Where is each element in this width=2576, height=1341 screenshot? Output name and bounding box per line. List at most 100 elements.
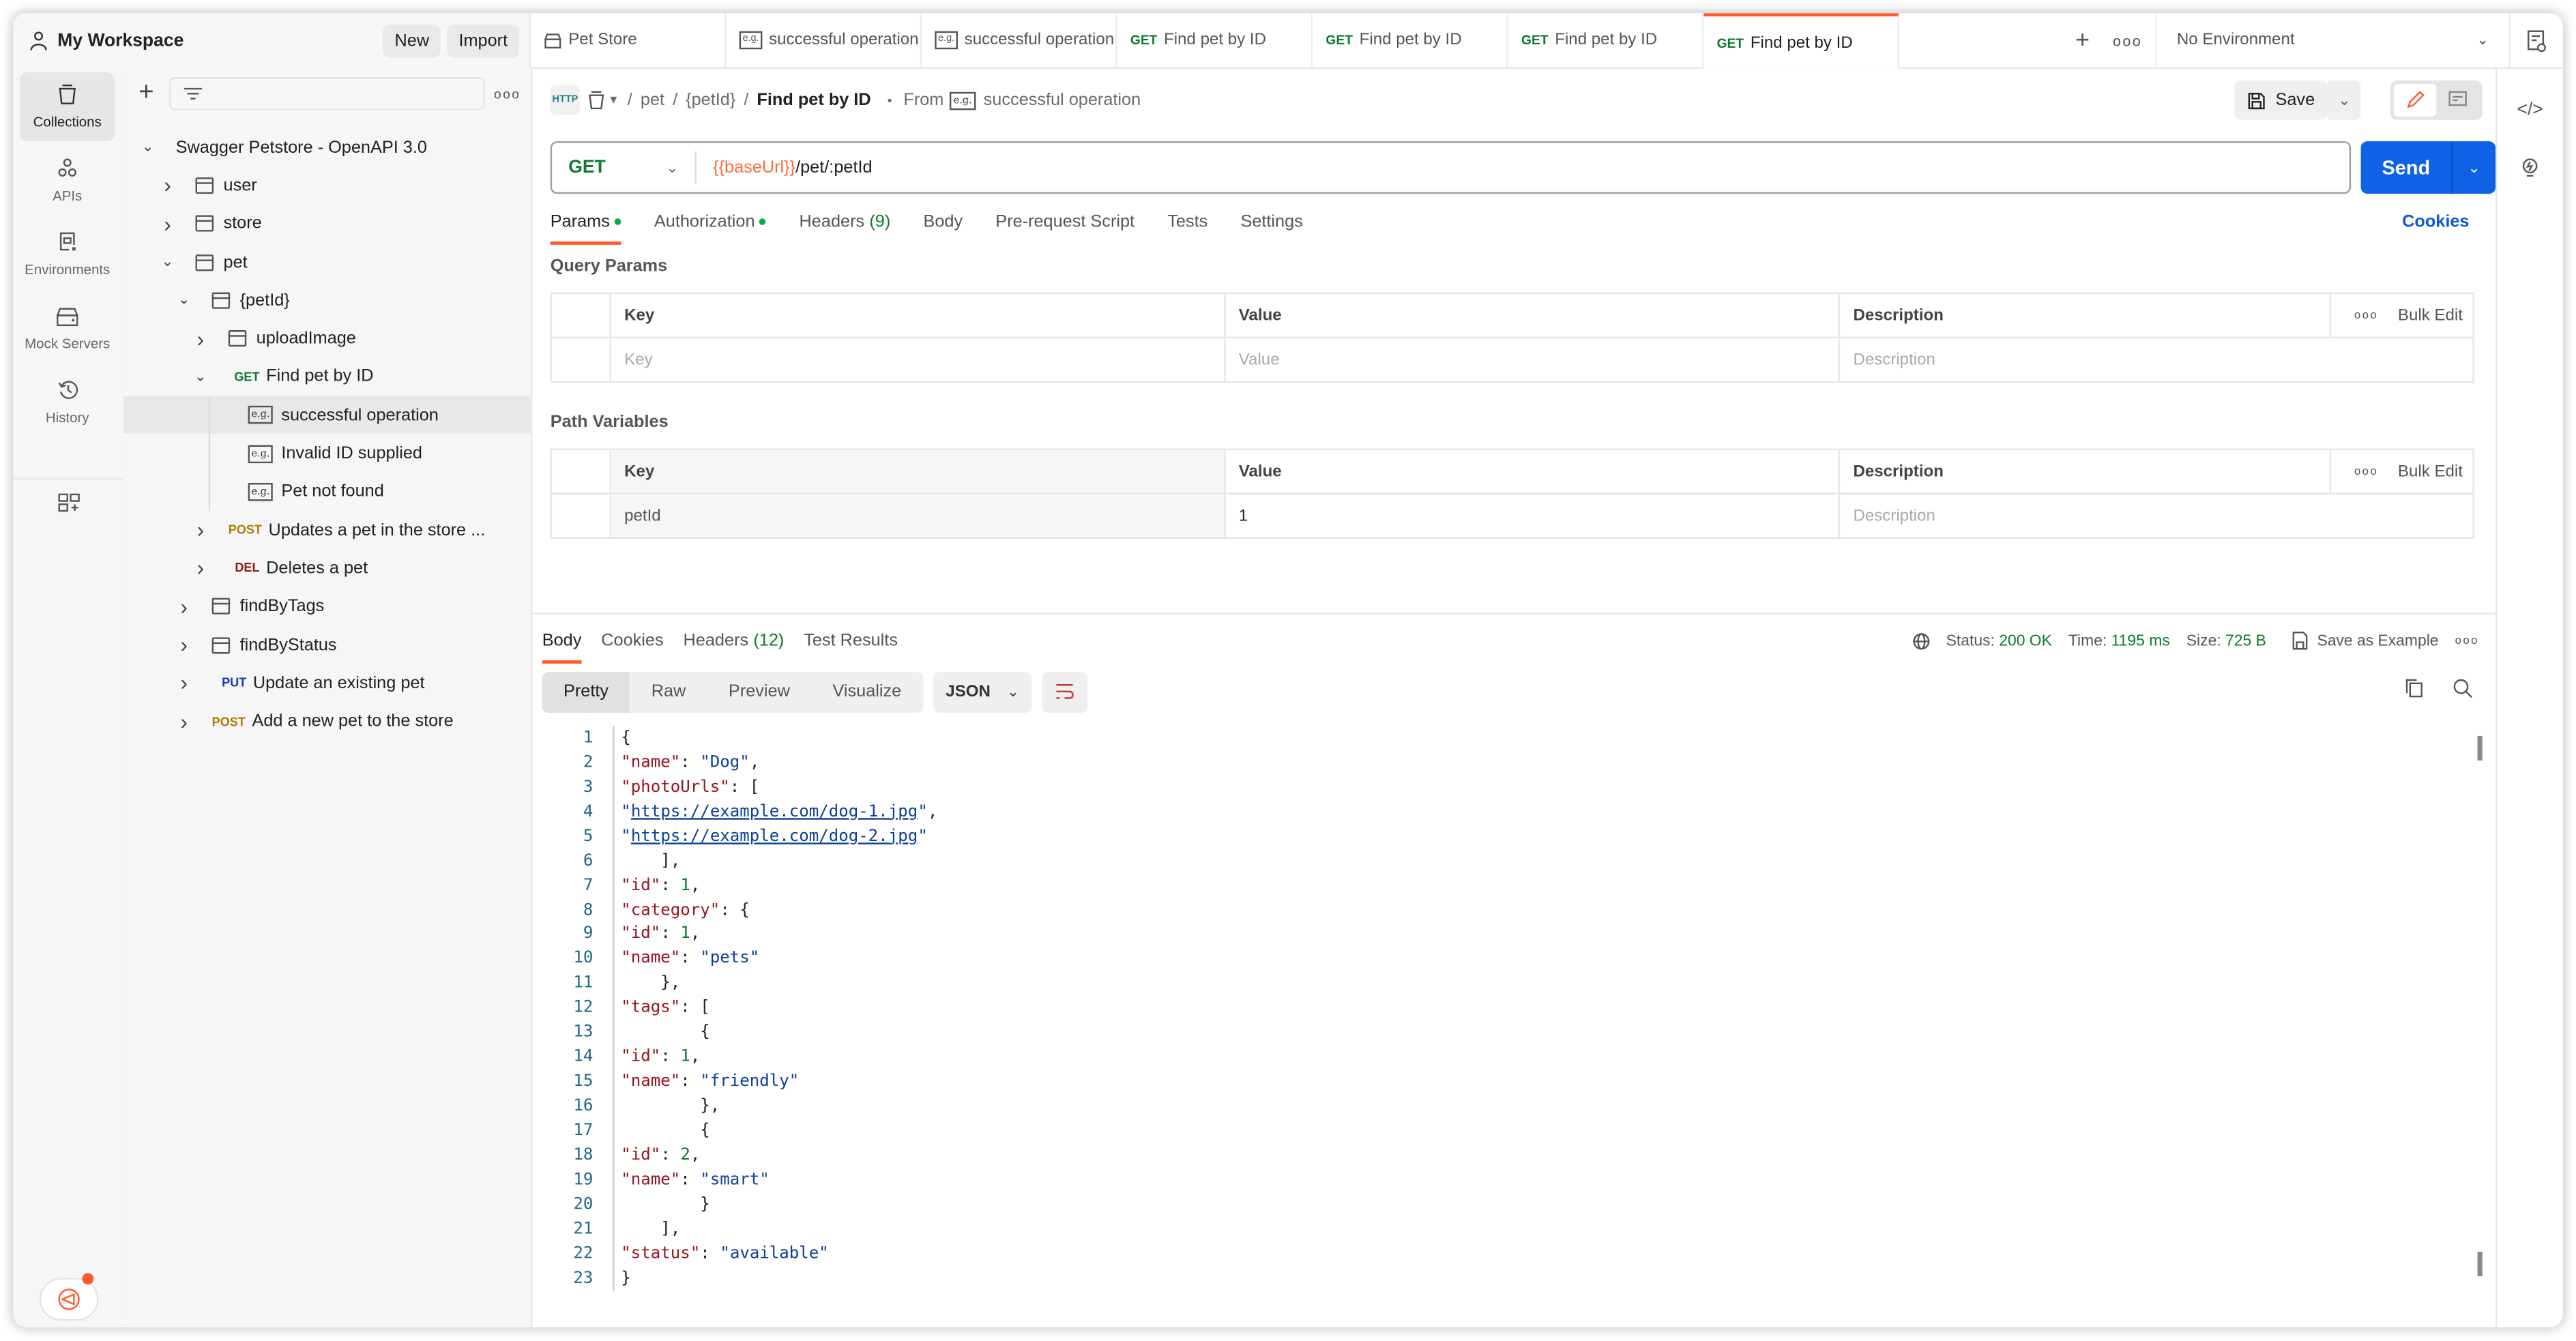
save-button[interactable]: Save <box>2234 80 2328 120</box>
nav-item-apis[interactable]: APIs <box>20 146 115 215</box>
breadcrumb-part[interactable]: {petId} <box>686 90 735 110</box>
environment-quick-look-icon[interactable] <box>2511 13 2563 67</box>
chevron-down-icon[interactable]: ⌄ <box>160 253 176 271</box>
nav-item-history[interactable]: History <box>20 368 115 437</box>
lightbulb-icon[interactable] <box>2519 156 2542 179</box>
import-button[interactable]: Import <box>447 23 519 57</box>
new-tab-icon[interactable]: + <box>2075 27 2090 55</box>
save-dropdown-button[interactable]: ⌄ <box>2328 80 2361 120</box>
tab-authorization[interactable]: Authorization <box>654 194 767 250</box>
environment-selector[interactable]: No Environment ⌄ <box>2157 13 2511 68</box>
status-readout[interactable]: Status: 200 OK <box>1946 632 2052 649</box>
tab-2[interactable]: e.g. successful operation <box>922 13 1117 68</box>
more-tabs-icon[interactable]: ooo <box>2113 32 2142 48</box>
tree-item[interactable]: e.g. Invalid ID supplied <box>123 434 531 473</box>
more-options-icon[interactable]: ooo <box>2354 466 2378 477</box>
chevron-right-icon[interactable]: › <box>176 594 192 619</box>
chevron-right-icon[interactable]: › <box>176 632 192 657</box>
tree-item[interactable]: › user <box>123 166 531 205</box>
more-options-icon[interactable]: ooo <box>2354 310 2378 321</box>
tab-params[interactable]: Params <box>550 194 622 250</box>
chevron-right-icon[interactable]: › <box>176 709 192 733</box>
view-visualize[interactable]: Visualize <box>811 671 922 712</box>
tab-pre-request-script[interactable]: Pre-request Script <box>995 194 1135 250</box>
new-button[interactable]: New <box>383 23 441 57</box>
tree-item[interactable]: e.g. Pet not found <box>123 472 531 511</box>
view-preview[interactable]: Preview <box>707 671 812 712</box>
breadcrumb-current[interactable]: Find pet by ID <box>757 90 870 110</box>
tab-3[interactable]: GET Find pet by ID <box>1117 13 1313 68</box>
save-as-example-button[interactable]: Save as Example <box>2292 631 2439 651</box>
tree-item[interactable]: ⌄ {petId} <box>123 281 531 319</box>
tree-item[interactable]: › uploadImage <box>123 319 531 357</box>
chevron-right-icon[interactable]: › <box>192 556 209 580</box>
nav-item-collections[interactable]: Collections <box>19 72 115 142</box>
description-input[interactable]: Description <box>1838 338 2474 381</box>
breadcrumb-part[interactable]: pet <box>641 90 664 110</box>
tab-1[interactable]: e.g. successful operation <box>726 13 922 68</box>
chevron-right-icon[interactable]: › <box>192 518 209 542</box>
size-readout[interactable]: Size: 725 B <box>2186 632 2266 649</box>
tab-settings[interactable]: Settings <box>1240 194 1302 250</box>
collection-row[interactable]: ⌄ Swagger Petstore - OpenAPI 3.0 <box>123 128 531 166</box>
tab-4[interactable]: GET Find pet by ID <box>1313 13 1508 68</box>
chevron-right-icon[interactable]: › <box>160 211 176 236</box>
tab-body[interactable]: Body <box>923 194 963 250</box>
send-dropdown-icon[interactable]: ⌄ <box>2451 141 2496 194</box>
response-tab-body[interactable]: Body <box>542 615 581 667</box>
tree-item[interactable]: ⌄ GET Find pet by ID <box>123 357 531 396</box>
value-input[interactable]: Value <box>1224 338 1839 381</box>
method-select[interactable]: GET ⌄ <box>552 151 697 184</box>
chevron-right-icon[interactable]: › <box>160 173 176 198</box>
nav-item-environments[interactable]: Environments <box>20 220 115 289</box>
chevron-down-icon[interactable]: ⌄ <box>192 368 209 385</box>
code-snippet-icon[interactable]: </> <box>2517 100 2543 120</box>
scrollbar-thumb[interactable] <box>2477 735 2483 761</box>
chevron-down-icon[interactable]: ⌄ <box>140 138 156 156</box>
more-options-icon[interactable]: ooo <box>2455 635 2479 647</box>
format-select[interactable]: JSON ⌄ <box>933 670 1033 712</box>
send-button[interactable]: Send ⌄ <box>2360 141 2496 194</box>
from-example-link[interactable]: successful operation <box>984 90 1141 110</box>
tree-item[interactable]: e.g. successful operation <box>123 396 531 434</box>
tree-item[interactable]: › findByStatus <box>123 625 531 664</box>
bulk-edit-button[interactable]: Bulk Edit <box>2398 462 2463 480</box>
tree-item[interactable]: › DEL Deletes a pet <box>123 549 531 587</box>
bulk-edit-button[interactable]: Bulk Edit <box>2398 306 2463 324</box>
cookies-link[interactable]: Cookies <box>2402 212 2469 232</box>
search-icon[interactable] <box>2453 679 2472 698</box>
caret-down-icon[interactable]: ▼ <box>608 94 619 106</box>
tree-item[interactable]: › findByTags <box>123 587 531 625</box>
description-input[interactable]: Description <box>1838 494 2474 537</box>
wrap-lines-button[interactable] <box>1042 670 1089 712</box>
edit-mode-icon[interactable] <box>2393 83 2437 117</box>
comment-mode-icon[interactable] <box>2436 84 2479 117</box>
url-input[interactable]: {{baseUrl}}/pet/:petId <box>697 158 872 177</box>
chevron-down-icon[interactable]: ⌄ <box>176 291 192 309</box>
tab-6[interactable]: GET Find pet by ID <box>1703 13 1899 70</box>
response-tab-test-results[interactable]: Test Results <box>804 615 898 667</box>
tree-item[interactable]: › POST Add a new pet to the store <box>123 702 531 740</box>
collection-icon[interactable] <box>588 90 604 110</box>
tab-headers[interactable]: Headers (9) <box>800 194 891 250</box>
tab-tests[interactable]: Tests <box>1167 194 1208 250</box>
tab-0[interactable]: Pet Store <box>531 13 727 68</box>
tree-item[interactable]: › POST Updates a pet in the store ... <box>123 511 531 549</box>
view-raw[interactable]: Raw <box>630 671 707 712</box>
chevron-right-icon[interactable]: › <box>176 670 192 695</box>
tree-item[interactable]: › store <box>123 205 531 243</box>
scrollbar-thumb[interactable] <box>2477 1252 2483 1277</box>
copy-icon[interactable] <box>2405 679 2423 698</box>
response-tab-headers[interactable]: Headers (12) <box>684 615 785 667</box>
view-pretty[interactable]: Pretty <box>542 670 630 712</box>
tab-5[interactable]: GET Find pet by ID <box>1508 13 1704 68</box>
response-tab-cookies[interactable]: Cookies <box>601 615 663 667</box>
configure-sidebar-icon[interactable] <box>13 477 123 513</box>
postbot-button[interactable] <box>39 1273 99 1321</box>
time-readout[interactable]: Time: 1195 ms <box>2068 632 2170 649</box>
chevron-right-icon[interactable]: › <box>192 326 209 351</box>
tree-item[interactable]: › PUT Update an existing pet <box>123 664 531 702</box>
nav-item-mock-servers[interactable]: Mock Servers <box>20 294 115 363</box>
add-collection-icon[interactable]: + <box>133 79 160 108</box>
tree-item[interactable]: ⌄ pet <box>123 243 531 281</box>
